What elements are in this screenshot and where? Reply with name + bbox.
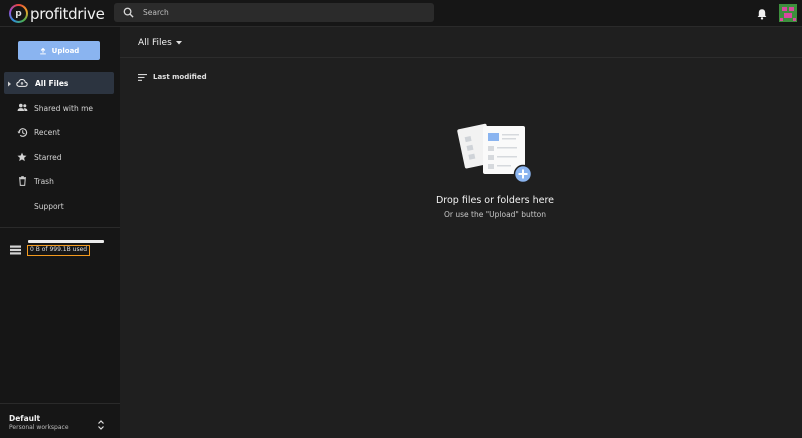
workspace-name: Default <box>9 414 41 423</box>
search-input[interactable]: Search <box>114 3 434 22</box>
upload-icon <box>39 47 46 54</box>
logo-text: profitdrive <box>30 4 105 23</box>
sort-button[interactable]: Last modified <box>138 73 207 81</box>
sidebar-item-label: Starred <box>34 152 62 162</box>
search-icon <box>119 4 137 22</box>
sidebar-item-all-files[interactable]: All Files <box>4 72 114 94</box>
empty-state-subtitle: Or use the "Upload" button <box>443 210 547 219</box>
bell-icon[interactable] <box>755 6 769 20</box>
expand-caret-icon[interactable] <box>7 80 12 87</box>
workspace-selector[interactable]: Default Personal workspace <box>0 403 120 438</box>
storage-usage-bar <box>28 240 104 243</box>
sort-icon <box>138 73 147 81</box>
upload-button[interactable]: Upload <box>18 41 100 60</box>
main-content: All Files Last modified Drop files or fo… <box>120 27 802 438</box>
sidebar-item-label: Trash <box>34 177 54 187</box>
sidebar-item-starred[interactable]: Starred <box>4 146 114 168</box>
logo[interactable]: p profitdrive <box>9 4 105 23</box>
empty-state-title: Drop files or folders here <box>435 195 554 206</box>
cloud-icon <box>16 77 28 89</box>
sidebar-item-label: Recent <box>34 128 60 138</box>
upload-label: Upload <box>51 46 80 55</box>
sidebar-item-shared-with-me[interactable]: Shared with me <box>4 97 114 119</box>
logo-mark-icon: p <box>9 4 28 23</box>
main-header: All Files <box>120 27 802 58</box>
history-icon <box>16 126 28 138</box>
top-bar: p profitdrive Search <box>0 0 802 27</box>
trash-icon <box>16 175 28 187</box>
unfold-icon <box>97 416 105 430</box>
page-title-dropdown[interactable]: All Files <box>138 38 182 48</box>
empty-folder-illustration <box>457 118 533 184</box>
sidebar-nav: All Files Shared with me Recent Starred … <box>0 72 120 220</box>
sidebar-item-label: Support <box>34 201 64 211</box>
star-icon <box>16 151 28 163</box>
page-title: All Files <box>138 38 172 48</box>
sidebar: Upload All Files Shared with me Recent S… <box>0 27 120 438</box>
storage-usage-text: 0 B of 999.1B used <box>27 245 91 256</box>
avatar[interactable] <box>779 4 797 22</box>
people-icon <box>16 102 28 114</box>
sidebar-item-label: Shared with me <box>34 103 94 113</box>
workspace-subtitle: Personal workspace <box>9 424 69 431</box>
sidebar-item-trash[interactable]: Trash <box>4 170 114 192</box>
sidebar-divider <box>0 227 120 228</box>
sort-label: Last modified <box>153 73 207 81</box>
sidebar-item-recent[interactable]: Recent <box>4 121 114 143</box>
storage-icon <box>10 240 21 255</box>
sidebar-item-support[interactable]: Support <box>4 195 114 217</box>
caret-down-icon <box>175 41 182 45</box>
search-placeholder: Search <box>143 8 169 17</box>
sidebar-item-label: All Files <box>35 79 69 88</box>
